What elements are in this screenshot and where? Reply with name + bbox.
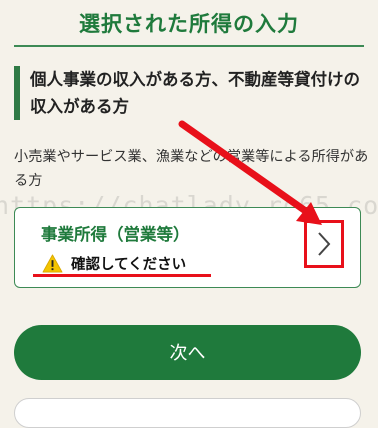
- warning-row: 確認してください: [42, 252, 186, 274]
- card-title: 事業所得（営業等）: [41, 225, 190, 244]
- next-button[interactable]: 次へ: [14, 325, 361, 380]
- chevron-button[interactable]: [304, 220, 344, 268]
- bottom-card: [14, 398, 361, 428]
- section-heading: 個人事業の収入がある方、不動産等貸付けの収入がある方: [14, 66, 366, 120]
- chevron-right-icon: [318, 232, 331, 256]
- page-title: 選択された所得の入力: [79, 12, 299, 36]
- warning-text: 確認してください: [71, 256, 187, 273]
- warning-icon: [42, 253, 63, 273]
- title-divider: [14, 45, 364, 47]
- annotation-underline: [33, 274, 211, 277]
- business-income-card[interactable]: 事業所得（営業等） 確認してください: [14, 207, 361, 288]
- section-description: 小売業やサービス業、漁業などの営業等による所得がある方: [14, 149, 369, 189]
